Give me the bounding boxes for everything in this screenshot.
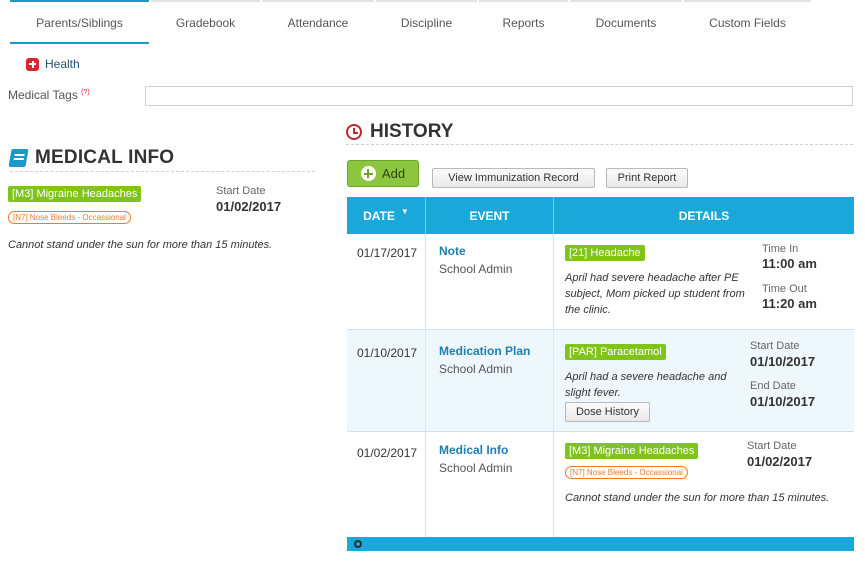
column-label: EVENT [469, 208, 510, 223]
column-label: DATE [363, 208, 395, 223]
column-label: DETAILS [678, 208, 730, 223]
column-header-date[interactable]: DATE ▼ [347, 197, 426, 234]
tab-documents[interactable]: Documents [570, 0, 682, 44]
tab-label: Custom Fields [709, 16, 786, 30]
plus-circle-icon [360, 166, 376, 181]
history-heading: HISTORY [346, 121, 453, 143]
time-in-label: Time In [762, 243, 799, 255]
event-link[interactable]: Note [439, 244, 466, 258]
column-header-event[interactable]: EVENT [426, 197, 554, 234]
medical-tags-text: Medical Tags [8, 88, 78, 102]
add-label: Add [381, 166, 406, 181]
detail-note: April had severe headache after PE subje… [565, 272, 745, 316]
table-row: 01/02/2017 Medical Info School Admin [M3… [347, 432, 854, 537]
row-date: 01/02/2017 [357, 446, 418, 460]
clock-icon [346, 124, 362, 140]
detail-note: April had a severe headache and slight f… [565, 371, 727, 399]
sort-down-icon: ▼ [400, 207, 409, 216]
sub-condition-tag-label: [N7] Nose Bleeds - Occassional [8, 211, 131, 224]
add-button[interactable]: Add [347, 160, 419, 187]
event-author: School Admin [439, 262, 513, 276]
dose-history-button[interactable]: Dose History [565, 402, 650, 422]
tab-label: Gradebook [175, 16, 236, 30]
start-date-label: Start Date [216, 185, 266, 197]
start-date-value: 01/02/2017 [747, 454, 813, 469]
detail-sub-tag: [N7] Nose Bleeds - Occassional [565, 466, 688, 479]
time-out-value: 11:20 am [762, 296, 817, 311]
medical-info-heading: MEDICAL INFO [8, 147, 175, 169]
view-immunization-record-button[interactable]: View Immunization Record [432, 168, 595, 188]
tab-reports[interactable]: Reports [479, 0, 568, 44]
medical-info-title: MEDICAL INFO [35, 147, 175, 168]
table-footer [347, 537, 854, 551]
detail-tag: [PAR] Paracetamol [565, 344, 666, 360]
health-link[interactable]: Health [26, 57, 80, 71]
table-row: 01/10/2017 Medication Plan School Admin … [347, 330, 854, 432]
start-date-label: Start Date [747, 440, 797, 452]
detail-note: Cannot stand under the sun for more than… [565, 492, 830, 504]
button-label: Dose History [576, 406, 639, 418]
button-label: View Immunization Record [448, 172, 579, 184]
end-date-label: End Date [750, 380, 796, 392]
tab-parents-siblings[interactable]: Parents/Siblings [10, 0, 149, 44]
detail-tag: [M3] Migraine Headaches [565, 443, 699, 459]
tab-label: Documents [595, 16, 657, 30]
table-header: DATE ▼ EVENT DETAILS [347, 197, 854, 234]
tab-label: Attendance [287, 16, 349, 30]
tab-attendance[interactable]: Attendance [262, 0, 374, 44]
event-author: School Admin [439, 362, 513, 376]
column-header-details: DETAILS [554, 197, 854, 234]
condition-tag: [M3] Migraine Headaches [8, 186, 142, 202]
medical-tags-input[interactable] [145, 86, 853, 106]
medical-cross-icon [26, 57, 39, 71]
event-link[interactable]: Medical Info [439, 443, 508, 457]
time-out-label: Time Out [762, 283, 807, 295]
start-date-value: 01/02/2017 [216, 199, 282, 214]
divider [10, 171, 315, 172]
condition-tag-label: [M3] Migraine Headaches [8, 186, 142, 202]
health-label: Health [45, 57, 80, 71]
tab-active-underline [10, 42, 149, 44]
history-title: HISTORY [370, 121, 454, 142]
book-icon [8, 149, 29, 167]
divider [346, 144, 853, 145]
gear-icon[interactable] [354, 540, 362, 548]
sub-condition-tag: [N7] Nose Bleeds - Occassional [8, 209, 131, 224]
tab-gradebook[interactable]: Gradebook [151, 0, 260, 44]
event-link[interactable]: Medication Plan [439, 344, 530, 358]
tab-label: Parents/Siblings [36, 16, 123, 30]
medical-tags-label: Medical Tags (?) [8, 88, 90, 102]
row-date: 01/17/2017 [357, 246, 418, 260]
button-label: Print Report [617, 172, 677, 184]
tab-discipline[interactable]: Discipline [376, 0, 477, 44]
start-date-value: 01/10/2017 [750, 354, 816, 369]
table-row: 01/17/2017 Note School Admin [21] Headac… [347, 234, 854, 330]
end-date-value: 01/10/2017 [750, 394, 816, 409]
help-marker[interactable]: (?) [81, 89, 90, 96]
tab-label: Discipline [400, 16, 453, 30]
row-date: 01/10/2017 [357, 346, 418, 360]
detail-tag: [21] Headache [565, 245, 645, 261]
event-author: School Admin [439, 461, 513, 475]
medical-info-note: Cannot stand under the sun for more than… [8, 239, 273, 251]
start-date-label: Start Date [750, 340, 800, 352]
tab-bar: Parents/Siblings Gradebook Attendance Di… [0, 0, 865, 44]
time-in-value: 11:00 am [762, 256, 817, 271]
print-report-button[interactable]: Print Report [606, 168, 688, 188]
tab-label: Reports [502, 16, 545, 30]
tab-custom-fields[interactable]: Custom Fields [684, 0, 811, 44]
